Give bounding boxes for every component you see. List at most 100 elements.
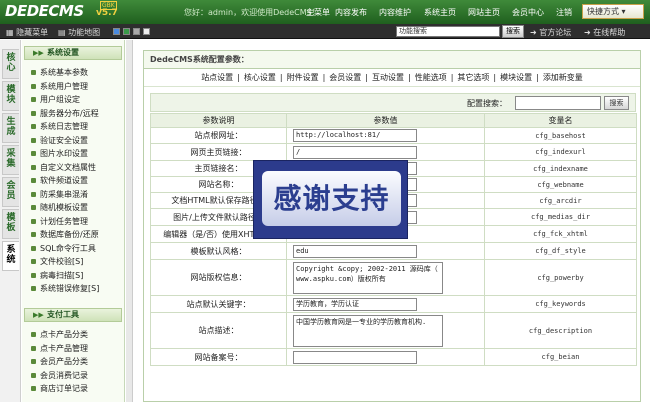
config-tab[interactable]: 性能选项	[413, 73, 449, 82]
config-tab[interactable]: 会员设置	[327, 73, 363, 82]
config-textarea[interactable]: 中国学历教育网是一专业的学历教育机构.	[293, 314, 443, 347]
sidebar-item[interactable]: 文件校验[S]	[22, 255, 124, 269]
config-input[interactable]: edu	[293, 244, 417, 258]
sidebar-item-label: 病毒扫描[S]	[40, 270, 84, 280]
sidebar-item[interactable]: 随机模板设置	[22, 201, 124, 215]
help-label: 在线帮助	[593, 28, 626, 37]
sidebar-item[interactable]: 会员产品分类	[22, 355, 124, 369]
tab-templates[interactable]: 模板	[2, 209, 19, 239]
sidebar-item[interactable]: 图片水印设置	[22, 147, 124, 161]
config-tab[interactable]: 其它选项	[455, 73, 491, 82]
bullet-icon	[31, 97, 36, 102]
sidebar-item-label: 自定义文档属性	[40, 162, 96, 172]
config-tab[interactable]: 核心设置	[242, 73, 278, 82]
skin-blue-icon[interactable]	[113, 28, 120, 35]
config-tab[interactable]: 互动设置	[370, 73, 406, 82]
tab-collect[interactable]: 采集	[2, 145, 19, 175]
bullet-icon	[31, 345, 36, 351]
sidebar-item[interactable]: 服务器分布/远程	[22, 107, 124, 121]
top-header: DEDECMS GBK v5.7 您好：admin，欢迎使用DedeCMS！ 主…	[0, 0, 650, 24]
bullet-icon	[31, 386, 36, 391]
forum-link[interactable]: ➜ 官方论坛	[530, 27, 571, 38]
config-tab[interactable]: 模块设置	[498, 73, 534, 82]
sidebar-item[interactable]: 点卡产品管理	[22, 342, 124, 356]
bullet-icon	[31, 178, 36, 183]
table-row: 站点根网址： http://localhost:81/cfg_basehost	[150, 127, 637, 144]
sidebar-item[interactable]: 系统基本参数	[22, 66, 124, 80]
version-label: v5.7	[96, 8, 118, 18]
config-tab[interactable]: 添加新变量	[541, 73, 585, 82]
nav-system-home[interactable]: 系统主页	[424, 7, 456, 18]
tab-separator: |	[279, 73, 283, 82]
config-input[interactable]: /	[293, 145, 417, 159]
nav-logout[interactable]: 注销	[556, 7, 572, 18]
row-label: 网站备案号：	[150, 348, 287, 366]
row-label: 站点默认关键字：	[150, 295, 287, 313]
sidebar-item[interactable]: 软件频道设置	[22, 174, 124, 188]
sidebar-item[interactable]: 点卡产品分类	[22, 328, 124, 342]
row-label: 站点描述：	[150, 312, 287, 349]
section-payment-tools[interactable]: ▶▶ 支付工具	[24, 308, 122, 322]
thanks-overlay: 感谢支持	[253, 160, 408, 239]
tab-generate[interactable]: 生成	[2, 113, 19, 143]
function-search-button[interactable]: 搜索	[502, 25, 524, 38]
config-textarea[interactable]: Copyright &copy; 2002-2011 源码库（ www.aspk…	[293, 261, 443, 294]
skin-gray-icon[interactable]	[133, 28, 140, 35]
nav-member-center[interactable]: 会员中心	[512, 7, 544, 18]
sidebar-item[interactable]: 数据库备份/还原	[22, 228, 124, 242]
tab-members[interactable]: 会员	[2, 177, 19, 207]
config-tab[interactable]: 附件设置	[285, 73, 321, 82]
variable-name: cfg_basehost	[484, 127, 637, 144]
tab-system[interactable]: 系统	[2, 241, 19, 271]
section-system-settings[interactable]: ▶▶ 系统设置	[24, 46, 122, 60]
variable-name: cfg_indexurl	[484, 143, 637, 161]
help-link[interactable]: ➜ 在线帮助	[584, 27, 625, 38]
site-map-button[interactable]: ▤ 功能地图	[58, 27, 100, 38]
config-input[interactable]: 学历教育，学历认证	[293, 297, 417, 311]
sidebar-item-label: 会员消费记录	[40, 370, 88, 380]
bullet-icon	[31, 245, 36, 251]
variable-name: cfg_powerby	[484, 259, 637, 296]
sidebar-item-label: 图片水印设置	[40, 149, 88, 158]
skin-green-icon[interactable]	[123, 28, 130, 35]
sidebar-item[interactable]: 验证安全设置	[22, 134, 124, 148]
sidebar-scrollbar[interactable]	[126, 40, 133, 402]
sidebar-item[interactable]: 系统日志管理	[22, 120, 124, 134]
config-search-input[interactable]	[515, 96, 601, 110]
nav-main-menu[interactable]: 主菜单	[306, 7, 330, 18]
sidebar-item-label: 系统基本参数	[40, 68, 88, 77]
variable-name: cfg_webname	[484, 176, 637, 193]
skin-white-icon[interactable]	[143, 28, 150, 35]
tab-modules[interactable]: 模块	[2, 81, 19, 111]
sidebar-item[interactable]: 防采集串混淆	[22, 188, 124, 202]
quick-menu-button[interactable]: 快捷方式 ▾	[582, 4, 644, 19]
sidebar-item[interactable]: 商店订单记录	[22, 382, 124, 396]
sidebar-item[interactable]: SQL命令行工具	[22, 242, 124, 256]
sidebar-item[interactable]: 系统错误修复[S]	[22, 282, 124, 296]
bullet-icon	[31, 218, 36, 224]
config-input[interactable]: http://localhost:81/	[293, 129, 417, 142]
sidebar-item[interactable]: 会员消费记录	[22, 369, 124, 383]
sidebar-item-label: 用户组设定	[40, 95, 80, 104]
column-header: 参数说明	[150, 113, 287, 128]
config-input[interactable]	[293, 350, 417, 364]
nav-maintain[interactable]: 内容维护	[379, 7, 411, 18]
bullet-icon	[31, 272, 36, 278]
config-tab[interactable]: 站点设置	[199, 73, 235, 82]
row-value-cell: 中国学历教育网是一专业的学历教育机构.	[286, 312, 485, 349]
sidebar-item[interactable]: 自定义文档属性	[22, 161, 124, 175]
thanks-text: 感谢支持	[262, 171, 401, 226]
sidebar-item[interactable]: 用户组设定	[22, 93, 124, 107]
nav-publish[interactable]: 内容发布	[335, 7, 367, 18]
nav-site-home[interactable]: 网站主页	[468, 7, 500, 18]
config-search-row: 配置搜索： 搜索	[150, 93, 636, 112]
tab-core[interactable]: 核心	[2, 49, 19, 79]
sidebar-item-label: 随机模板设置	[40, 203, 88, 212]
sidebar-item[interactable]: 病毒扫描[S]	[22, 269, 124, 283]
hide-menu-button[interactable]: ▦ 隐藏菜单	[6, 27, 48, 38]
config-search-button[interactable]: 搜索	[604, 96, 629, 110]
sidebar-item[interactable]: 系统用户管理	[22, 80, 124, 94]
row-label: 网页主页链接：	[150, 143, 287, 161]
function-search-input[interactable]: 功能搜索	[396, 26, 500, 37]
sidebar-item[interactable]: 计划任务管理	[22, 215, 124, 229]
